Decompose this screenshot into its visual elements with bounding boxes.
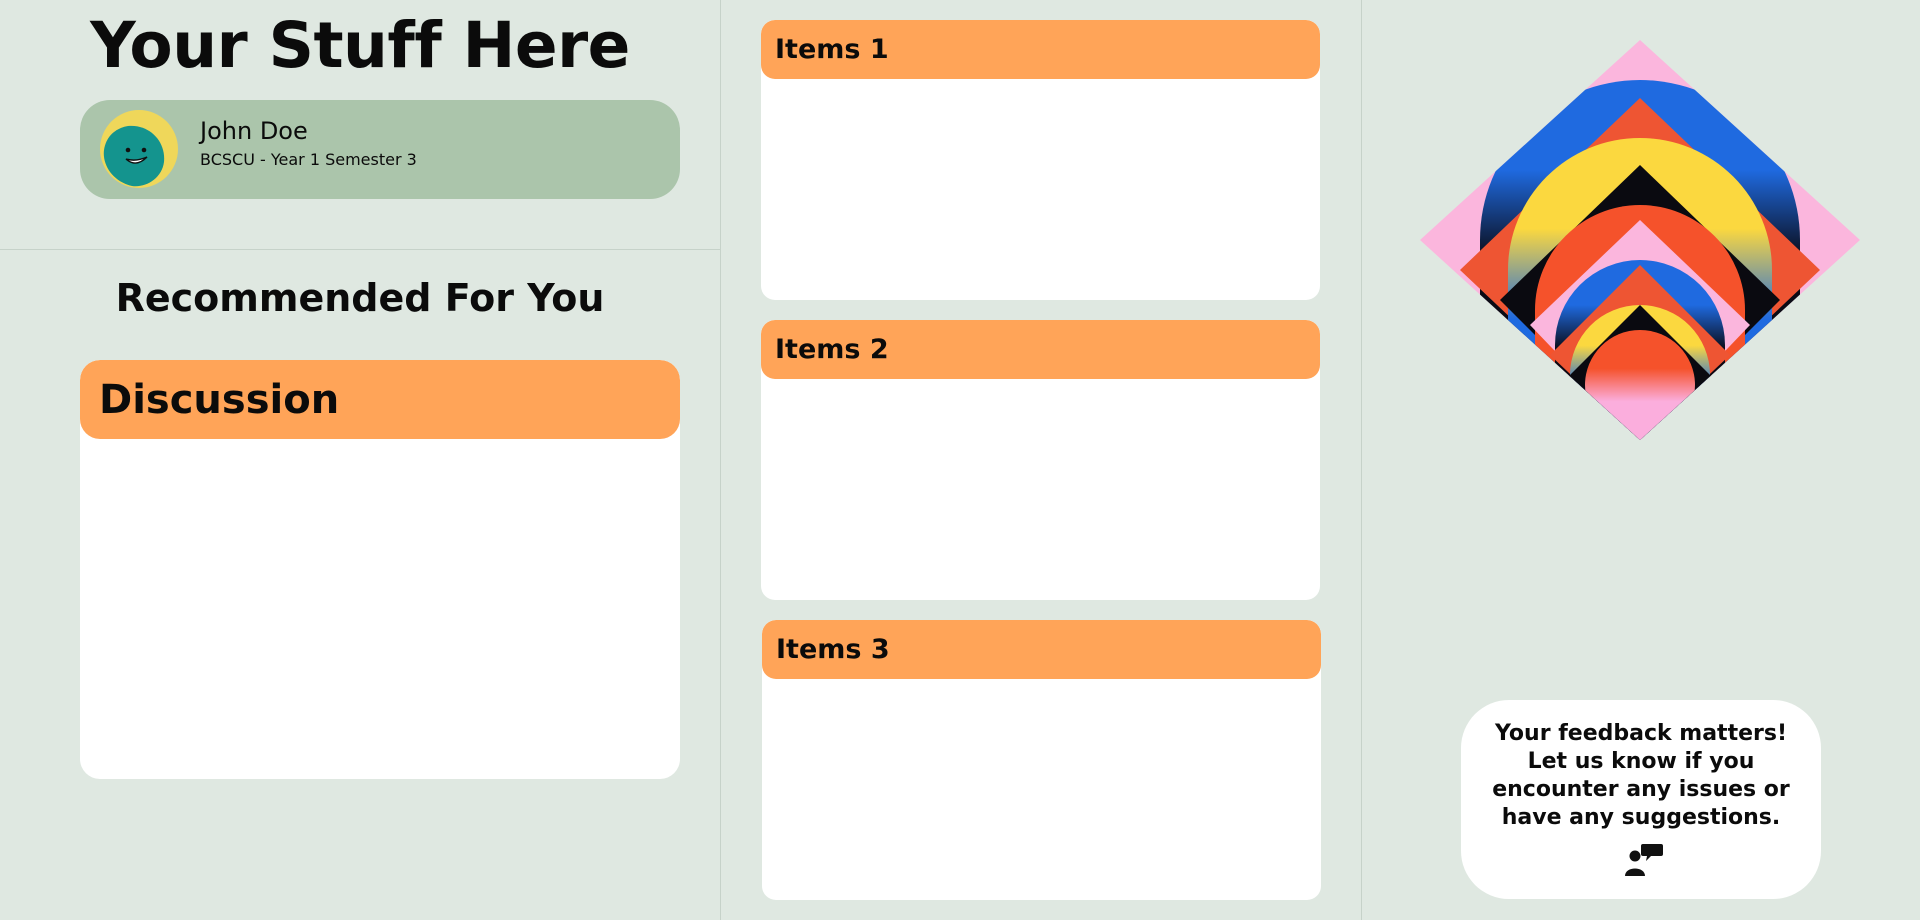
- right-column: Your feedback matters! Let us know if yo…: [1362, 0, 1920, 920]
- discussion-header[interactable]: Discussion: [80, 360, 680, 439]
- items-header-3[interactable]: Items 3: [762, 620, 1321, 679]
- decorative-rainbow-art: [1420, 40, 1860, 440]
- profile-program: BCSCU - Year 1 Semester 3: [200, 150, 417, 169]
- items-card-2[interactable]: Items 2: [761, 320, 1320, 600]
- section-divider: [0, 249, 720, 250]
- items-header-1[interactable]: Items 1: [761, 20, 1320, 79]
- discussion-card[interactable]: Discussion: [80, 360, 680, 779]
- chat-people-icon[interactable]: [1623, 842, 1663, 878]
- left-column: Your Stuff Here John Doe BCSCU - Year 1 …: [0, 0, 720, 920]
- smiley-face-icon: [100, 110, 178, 188]
- profile-name: John Doe: [200, 117, 308, 145]
- items-card-3[interactable]: Items 3: [762, 620, 1321, 900]
- middle-column: Items 1 Items 2 Items 3: [721, 0, 1361, 920]
- profile-card[interactable]: John Doe BCSCU - Year 1 Semester 3: [80, 100, 680, 199]
- items-card-1[interactable]: Items 1: [761, 20, 1320, 300]
- feedback-card[interactable]: Your feedback matters! Let us know if yo…: [1461, 700, 1821, 899]
- recommended-title: Recommended For You: [115, 276, 605, 320]
- feedback-text: Your feedback matters! Let us know if yo…: [1492, 721, 1790, 830]
- page-title: Your Stuff Here: [90, 9, 630, 82]
- items-header-2[interactable]: Items 2: [761, 320, 1320, 379]
